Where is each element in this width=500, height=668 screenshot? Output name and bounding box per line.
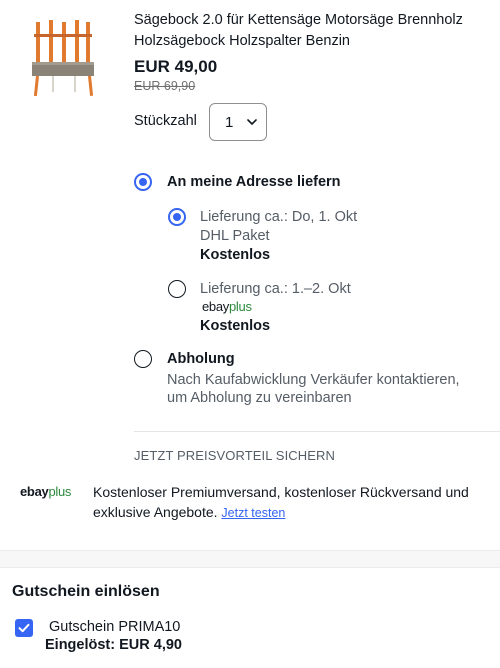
promo-text: Kostenloser Premiumversand, kostenloser … [93, 482, 488, 523]
product-price: EUR 49,00 [134, 57, 218, 76]
delivery-option-1-carrier: DHL Paket [200, 228, 270, 244]
ship-to-address-radio[interactable] [134, 173, 152, 191]
delivery-option-1-date: Lieferung ca.: Do, 1. Okt [200, 209, 358, 225]
product-old-price: EUR 69,90 [134, 79, 196, 93]
delivery-option-1-radio[interactable] [168, 208, 186, 226]
ebay-plus-promo-logo: ebayplus [20, 484, 71, 499]
ebay-wordmark: ebay [202, 299, 229, 314]
quantity-label: Stückzahl [134, 113, 197, 129]
delivery-option-1-cost: Kostenlos [200, 247, 271, 263]
quantity-select[interactable]: 1 [209, 103, 267, 141]
plus-wordmark: plus [48, 484, 72, 499]
product-title[interactable]: Sägebock 2.0 für Kettensäge Motorsäge Br… [134, 10, 484, 52]
section-separator [0, 550, 500, 568]
ebay-wordmark: ebay [20, 484, 49, 499]
pickup-label[interactable]: Abholung [167, 350, 235, 368]
voucher-heading: Gutschein einlösen [12, 583, 160, 600]
voucher-code-label[interactable]: Gutschein PRIMA10 [49, 619, 180, 635]
pickup-note-line1: Nach Kaufabwicklung Verkäufer kontaktier… [167, 372, 460, 388]
chevron-down-icon [247, 119, 257, 125]
ebay-plus-logo: ebayplus [202, 299, 252, 314]
quantity-value: 1 [225, 114, 234, 131]
plus-wordmark: plus [229, 299, 252, 314]
try-now-link[interactable]: Jetzt testen [221, 506, 285, 520]
voucher-checkbox[interactable] [15, 619, 33, 637]
ship-to-address-label[interactable]: An meine Adresse liefern [167, 173, 341, 191]
checkmark-icon [18, 623, 30, 633]
pickup-note-line2: um Abholung zu vereinbaren [167, 390, 352, 406]
delivery-option-2-radio[interactable] [168, 280, 186, 298]
product-thumbnail[interactable] [22, 14, 104, 100]
divider [134, 431, 500, 432]
voucher-redeemed-amount: Eingelöst: EUR 4,90 [45, 637, 182, 653]
promo-heading: JETZT PREISVORTEIL SICHERN [134, 448, 336, 463]
pickup-radio[interactable] [134, 350, 152, 368]
delivery-option-2-date: Lieferung ca.: 1.–2. Okt [200, 281, 351, 297]
delivery-option-2-cost: Kostenlos [200, 318, 271, 334]
